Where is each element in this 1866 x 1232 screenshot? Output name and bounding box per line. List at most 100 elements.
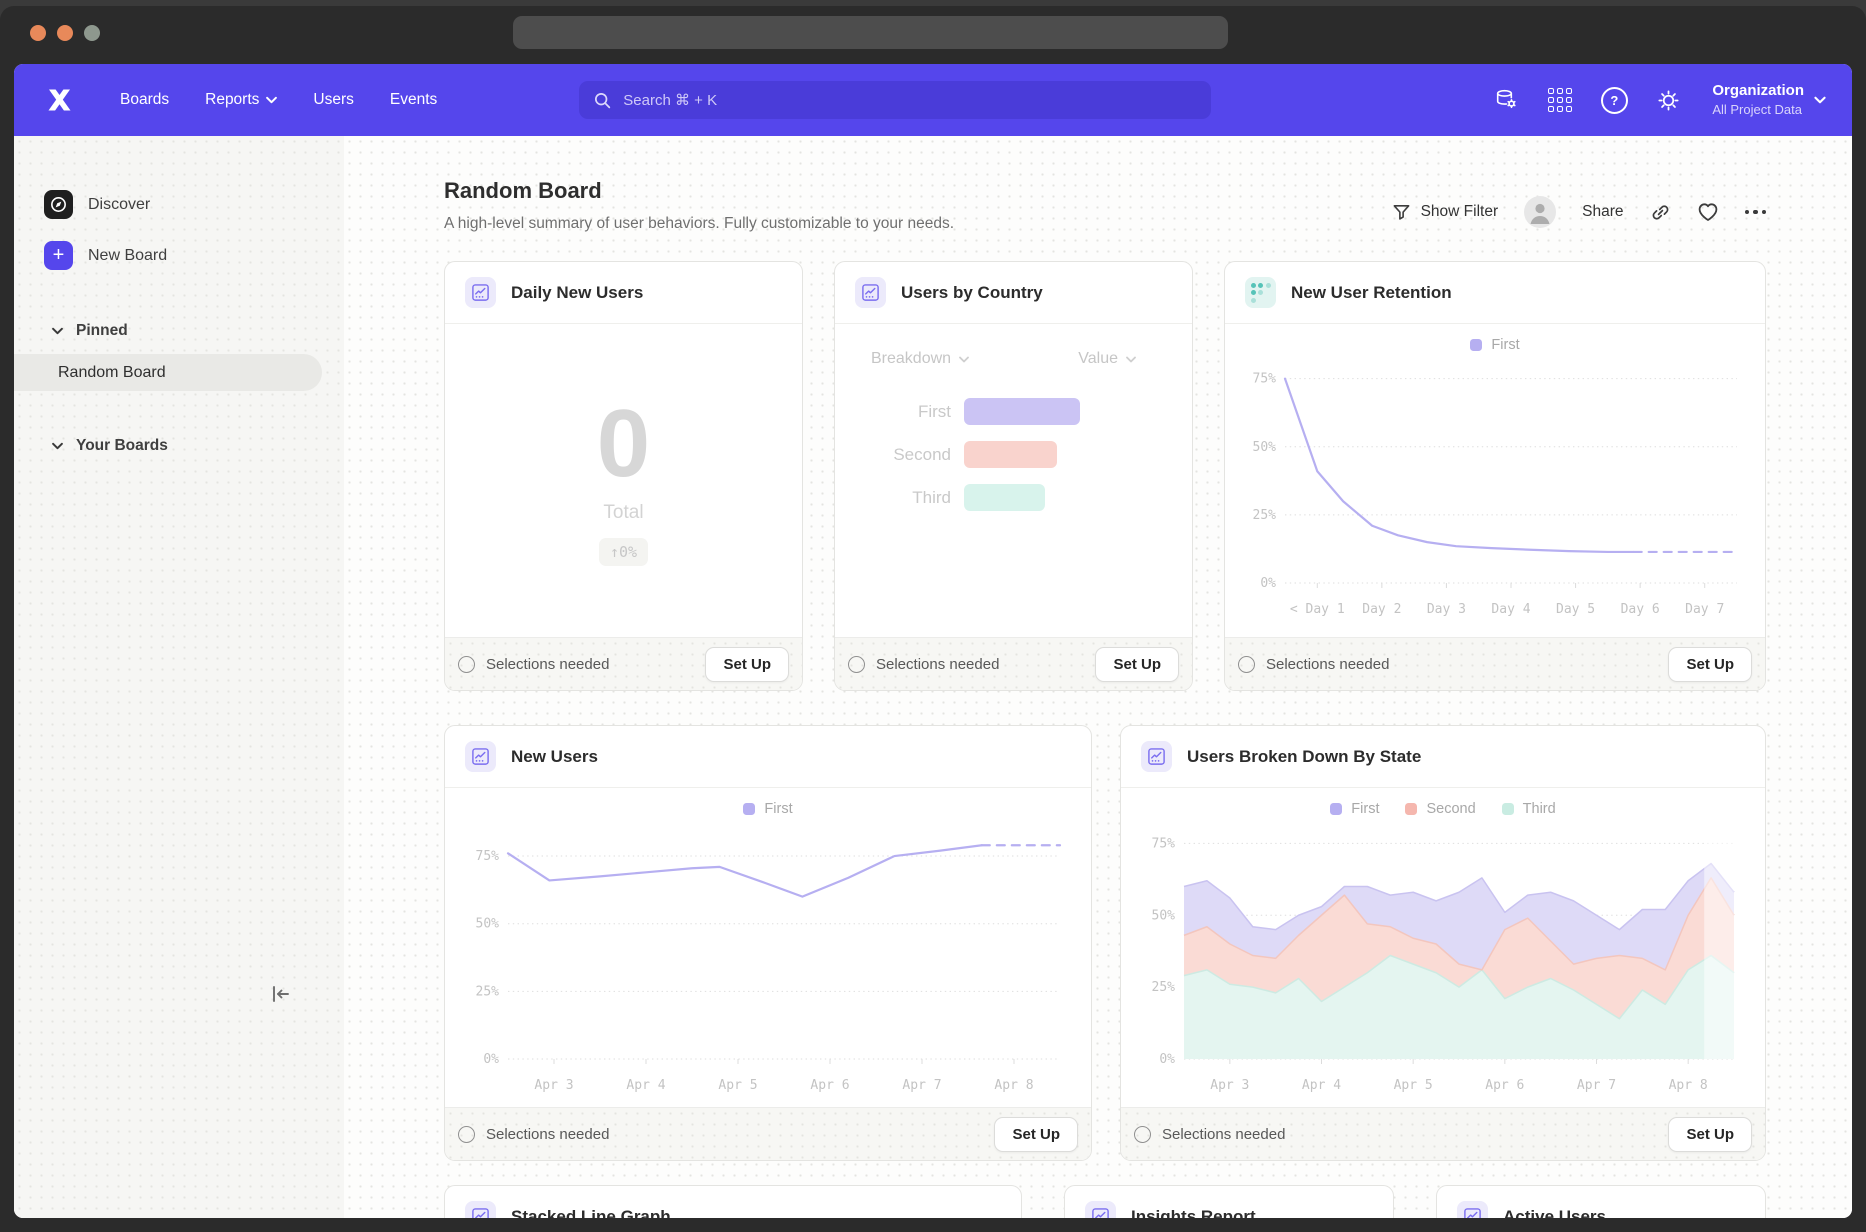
set-up-button[interactable]: Set Up <box>1668 647 1752 682</box>
legend-swatch <box>1405 803 1417 815</box>
nav-label: Reports <box>205 91 259 109</box>
svg-text:25%: 25% <box>1253 508 1277 523</box>
svg-text:Apr 4: Apr 4 <box>1302 1078 1341 1093</box>
window-minimize-button[interactable] <box>57 25 73 41</box>
nav-item-boards[interactable]: Boards <box>106 81 183 119</box>
svg-text:50%: 50% <box>1253 440 1277 455</box>
svg-text:0%: 0% <box>483 1052 499 1067</box>
window-close-button[interactable] <box>30 25 46 41</box>
status-circle-icon <box>458 656 475 673</box>
legend-swatch <box>1502 803 1514 815</box>
settings-gear-icon[interactable] <box>1648 80 1688 120</box>
sidebar-collapse-icon[interactable] <box>268 982 292 1006</box>
users-by-state-chart: 75%50%25%0%Apr 3Apr 4Apr 5Apr 6Apr 7Apr … <box>1136 817 1750 1097</box>
apps-grid-icon[interactable] <box>1540 80 1580 120</box>
page-subtitle: A high-level summary of user behaviors. … <box>444 215 954 233</box>
card-title: Users by Country <box>901 283 1043 303</box>
breakdown-dropdown[interactable]: Breakdown <box>871 350 969 368</box>
mixpanel-logo[interactable] <box>46 87 76 113</box>
nav-label: Events <box>390 91 437 109</box>
card-title: New User Retention <box>1291 283 1452 303</box>
status-circle-icon <box>458 1126 475 1143</box>
card-new-user-retention: New User Retention First 75%50%25%0%< Da… <box>1224 261 1766 691</box>
metric-value: 0 <box>597 396 650 492</box>
status-circle-icon <box>848 656 865 673</box>
metric-label: Total <box>603 502 643 524</box>
sidebar-section-your-boards[interactable]: Your Boards <box>14 429 344 463</box>
top-navbar: Boards Reports Users Events Search ⌘ + K <box>14 64 1852 136</box>
share-button[interactable]: Share <box>1582 203 1623 221</box>
set-up-button[interactable]: Set Up <box>994 1117 1078 1152</box>
card-users-by-country: Users by Country Breakdown <box>834 261 1193 691</box>
nav-item-users[interactable]: Users <box>299 81 367 119</box>
svg-text:Apr 6: Apr 6 <box>1485 1078 1524 1093</box>
help-icon[interactable]: ? <box>1594 80 1634 120</box>
nav-item-reports[interactable]: Reports <box>191 81 291 119</box>
svg-text:0%: 0% <box>1260 576 1276 591</box>
app-window: Boards Reports Users Events Search ⌘ + K <box>14 64 1852 1218</box>
svg-text:Day 7: Day 7 <box>1685 602 1724 617</box>
org-switcher[interactable]: Organization All Project Data <box>1712 81 1826 119</box>
svg-text:0%: 0% <box>1159 1052 1175 1067</box>
org-name: Organization <box>1712 81 1804 101</box>
chevron-down-icon <box>52 327 63 335</box>
chevron-down-icon <box>1814 96 1826 104</box>
row-label: First <box>855 402 951 422</box>
status-text: Selections needed <box>1162 1126 1285 1143</box>
more-options-icon[interactable] <box>1745 210 1767 215</box>
legend-label: Third <box>1523 801 1556 817</box>
row-label: Second <box>855 445 951 465</box>
data-management-icon[interactable] <box>1486 80 1526 120</box>
plus-icon: + <box>44 241 73 270</box>
address-bar[interactable] <box>513 16 1228 49</box>
svg-text:Day 3: Day 3 <box>1427 602 1466 617</box>
line-chart-icon <box>465 741 496 772</box>
nav-label: Boards <box>120 91 169 109</box>
sidebar-item-label: New Board <box>88 247 167 265</box>
line-chart-icon <box>855 277 886 308</box>
status-text: Selections needed <box>876 656 999 673</box>
sidebar-item-new-board[interactable]: + New Board <box>14 235 344 276</box>
set-up-button[interactable]: Set Up <box>1095 647 1179 682</box>
board-header: Random Board A high-level summary of use… <box>444 178 954 233</box>
card-stacked-line-graph: Stacked Line Graph <box>444 1185 1022 1218</box>
card-insights-report: Insights Report <box>1064 1185 1394 1218</box>
browser-window: Boards Reports Users Events Search ⌘ + K <box>0 6 1866 1232</box>
svg-text:Day 6: Day 6 <box>1621 602 1660 617</box>
svg-text:Day 4: Day 4 <box>1491 602 1530 617</box>
avatar[interactable] <box>1524 196 1556 228</box>
status-text: Selections needed <box>1266 656 1389 673</box>
value-dropdown[interactable]: Value <box>1078 350 1136 368</box>
legend-swatch <box>1330 803 1342 815</box>
favorite-heart-icon[interactable] <box>1697 202 1719 222</box>
table-row: First <box>855 398 1136 425</box>
svg-text:Apr 6: Apr 6 <box>810 1078 849 1093</box>
svg-text:Apr 3: Apr 3 <box>534 1078 573 1093</box>
line-chart-icon <box>465 277 496 308</box>
legend-swatch <box>743 803 755 815</box>
card-title: Insights Report <box>1131 1207 1256 1219</box>
svg-text:Day 2: Day 2 <box>1362 602 1401 617</box>
window-zoom-button[interactable] <box>84 25 100 41</box>
search-icon <box>593 91 612 110</box>
sidebar-item-random-board[interactable]: Random Board <box>14 354 322 391</box>
chevron-down-icon <box>959 356 969 363</box>
set-up-button[interactable]: Set Up <box>705 647 789 682</box>
show-filter-button[interactable]: Show Filter <box>1392 203 1499 222</box>
chart-legend: First <box>743 801 792 817</box>
svg-text:Apr 3: Apr 3 <box>1210 1078 1249 1093</box>
sidebar-section-pinned[interactable]: Pinned <box>14 314 344 348</box>
sidebar-section-label: Pinned <box>76 322 128 340</box>
metric-delta-badge: ↑0% <box>599 538 648 566</box>
board-name: Random Board <box>58 364 166 382</box>
copy-link-icon[interactable] <box>1650 202 1671 223</box>
card-title: Active Users <box>1503 1207 1606 1219</box>
search-input[interactable]: Search ⌘ + K <box>579 81 1211 119</box>
retention-grid-icon <box>1245 277 1276 308</box>
nav-item-events[interactable]: Events <box>376 81 451 119</box>
set-up-button[interactable]: Set Up <box>1668 1117 1752 1152</box>
svg-text:Apr 5: Apr 5 <box>1394 1078 1433 1093</box>
legend-label: First <box>1491 337 1519 353</box>
svg-text:Apr 7: Apr 7 <box>1577 1078 1616 1093</box>
sidebar-item-discover[interactable]: Discover <box>14 184 344 225</box>
